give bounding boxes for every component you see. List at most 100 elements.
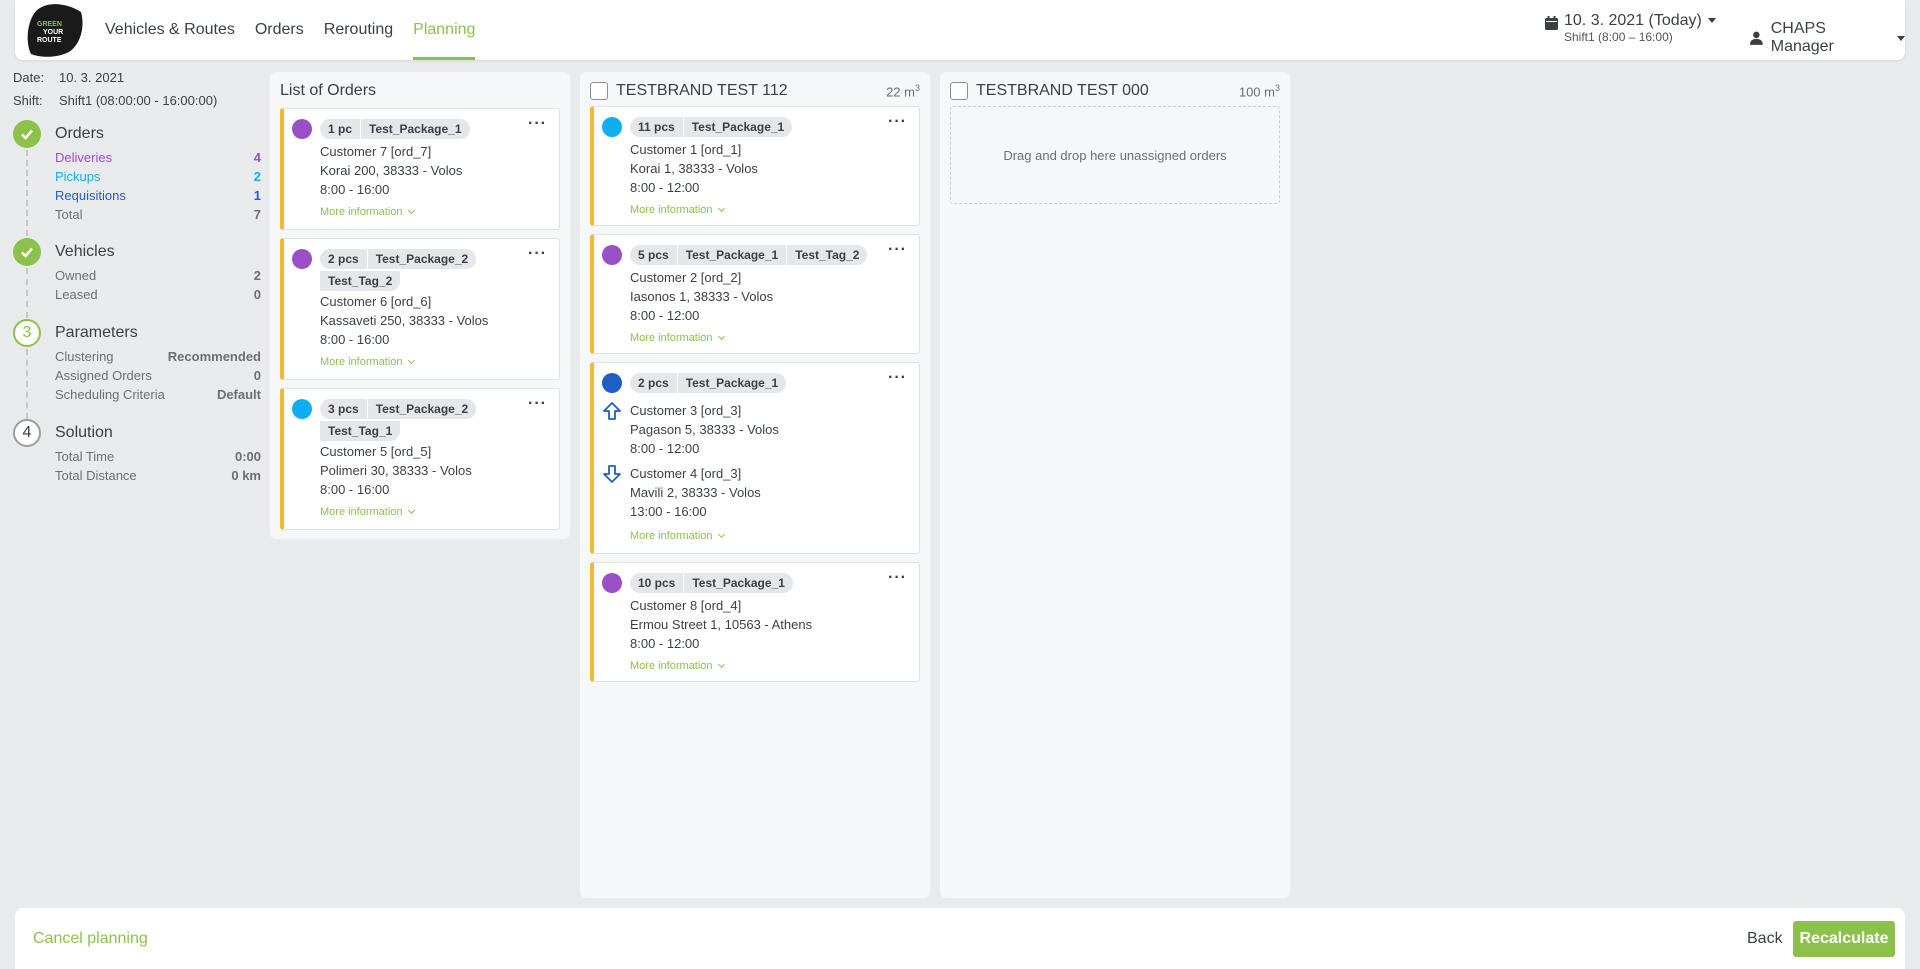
order-tags: 5 pcs Test_Package_1 Test_Tag_2 <box>630 245 930 265</box>
cancel-planning-button[interactable]: Cancel planning <box>33 930 148 948</box>
order-dropzone[interactable]: Drag and drop here unassigned orders <box>950 106 1280 204</box>
clustering-label: Clustering <box>55 349 114 364</box>
requisition-card[interactable]: 2 pcs Test_Package_1 ··· Customer 3 [ord_… <box>590 362 920 554</box>
clustering-value: Recommended <box>167 349 261 364</box>
selected-date: 10. 3. 2021 (Today) <box>1564 12 1702 29</box>
order-time: 8:00 - 16:00 <box>320 332 390 347</box>
order-customer: Customer 5 [ord_5] <box>320 444 432 459</box>
main-nav: Vehicles & Routes Orders Rerouting Plann… <box>95 0 485 60</box>
order-card[interactable]: 11 pcs Test_Package_1 ··· Customer 1 [ord… <box>590 106 920 226</box>
vehicle-column-test-000: TESTBRAND TEST 000 100 m3 Drag and drop … <box>940 72 1290 898</box>
more-options-icon[interactable]: ··· <box>528 115 547 133</box>
shift-label: Shift: <box>13 93 43 108</box>
order-tags: 10 pcs Test_Package_1 <box>630 573 930 593</box>
owned-label: Owned <box>55 268 97 283</box>
more-information-toggle[interactable]: More information <box>630 332 725 344</box>
step-connector <box>26 150 28 236</box>
date-shift-selector[interactable]: 10. 3. 2021 (Today) Shift1 (8:00 – 16:00… <box>1545 12 1716 44</box>
more-information-label: More information <box>320 356 403 368</box>
user-menu[interactable]: CHAPS Manager <box>1750 20 1905 56</box>
assigned-orders-value: 0 <box>253 368 261 383</box>
more-options-icon[interactable]: ··· <box>528 245 547 263</box>
more-information-label: More information <box>630 530 713 542</box>
logo-line-2: YOUR <box>43 29 63 36</box>
vehicle-select-checkbox[interactable] <box>950 82 968 100</box>
order-time: 8:00 - 16:00 <box>320 482 390 497</box>
order-address: Polimeri 30, 38333 - Volos <box>320 463 472 478</box>
order-card[interactable]: 5 pcs Test_Package_1 Test_Tag_2 ··· Custom… <box>590 234 920 354</box>
calendar-icon <box>1545 16 1558 30</box>
chevron-down-icon <box>717 660 725 669</box>
more-information-label: More information <box>630 332 713 344</box>
total-time-label: Total Time <box>55 449 115 464</box>
check-icon <box>13 120 41 148</box>
back-button[interactable]: Back <box>1747 930 1783 948</box>
more-options-icon[interactable]: ··· <box>888 369 907 387</box>
order-tags: 2 pcs Test_Package_1 <box>630 373 930 393</box>
vehicle-select-checkbox[interactable] <box>590 82 608 100</box>
leased-count: 0 <box>253 287 261 302</box>
top-header: GREEN YOUR ROUTE Vehicles & Routes Order… <box>15 0 1905 60</box>
nav-vehicles-routes[interactable]: Vehicles & Routes <box>95 0 245 60</box>
scheduling-criteria-row: Scheduling Criteria Default <box>55 385 261 404</box>
clustering-row: Clustering Recommended <box>55 347 261 366</box>
step-vehicles: Vehicles Owned 2 Leased 0 <box>13 238 261 319</box>
order-tags-second-row: Test_Tag_2 <box>320 271 401 291</box>
nav-orders[interactable]: Orders <box>245 0 314 60</box>
order-customer: Customer 2 [ord_2] <box>630 270 742 285</box>
more-options-icon[interactable]: ··· <box>528 395 547 413</box>
quantity-tag: 10 pcs <box>630 573 684 593</box>
more-options-icon[interactable]: ··· <box>888 569 907 587</box>
scheduling-criteria-label: Scheduling Criteria <box>55 387 165 402</box>
package-tag: Test_Package_2 <box>366 249 477 269</box>
nav-rerouting[interactable]: Rerouting <box>314 0 403 60</box>
pickup-dot-icon <box>602 117 622 137</box>
more-information-toggle[interactable]: More information <box>630 204 725 216</box>
owned-count: 2 <box>253 268 261 283</box>
package-tag: Test_Package_1 <box>676 245 787 265</box>
vehicle-column-test-112: TESTBRAND TEST 112 22 m3 11 pcs Test_Pack… <box>580 72 930 898</box>
nav-planning[interactable]: Planning <box>403 0 485 60</box>
order-card[interactable]: 10 pcs Test_Package_1 ··· Customer 8 [ord… <box>590 562 920 682</box>
delivery-dot-icon <box>602 573 622 593</box>
more-information-toggle[interactable]: More information <box>630 660 725 672</box>
order-card[interactable]: 2 pcs Test_Package_2 Test_Tag_2 ··· Custo… <box>280 238 560 380</box>
leased-row: Leased 0 <box>55 285 261 304</box>
deliveries-label: Deliveries <box>55 150 113 165</box>
quantity-tag: 3 pcs <box>320 399 367 419</box>
shift-value: Shift1 (08:00:00 - 16:00:00) <box>59 93 218 108</box>
step-parameters-title: Parameters <box>55 324 138 341</box>
order-time: 8:00 - 12:00 <box>630 636 700 651</box>
order-customer: Customer 8 [ord_4] <box>630 598 742 613</box>
more-options-icon[interactable]: ··· <box>888 113 907 131</box>
pickups-label: Pickups <box>55 169 101 184</box>
user-name: CHAPS Manager <box>1770 20 1834 55</box>
total-count: 7 <box>253 207 261 222</box>
deliveries-row: Deliveries 4 <box>55 148 261 167</box>
pickup-dot-icon <box>292 399 312 419</box>
list-of-orders-title: List of Orders <box>280 82 377 99</box>
quantity-tag: 2 pcs <box>630 373 677 393</box>
total-distance-value: 0 km <box>231 468 261 483</box>
step-parameters: 3 Parameters Clustering Recommended Assig… <box>13 319 261 419</box>
more-information-toggle[interactable]: More information <box>320 206 415 218</box>
order-card[interactable]: 3 pcs Test_Package_2 Test_Tag_1 ··· Custo… <box>280 388 560 530</box>
more-information-toggle[interactable]: More information <box>320 356 415 368</box>
chevron-down-icon <box>717 204 725 213</box>
more-information-toggle[interactable]: More information <box>630 530 725 542</box>
more-options-icon[interactable]: ··· <box>888 241 907 259</box>
green-your-route-logo[interactable]: GREEN YOUR ROUTE <box>23 2 87 58</box>
step-orders: Orders Deliveries 4 Pickups 2 Requisitions… <box>13 120 261 238</box>
order-address: Kassaveti 250, 38333 - Volos <box>320 313 489 328</box>
more-information-toggle[interactable]: More information <box>320 506 415 518</box>
tag-tag: Test_Tag_2 <box>320 271 401 291</box>
order-time: 8:00 - 16:00 <box>320 182 390 197</box>
order-card[interactable]: 1 pc Test_Package_1 ··· Customer 7 [ord_7… <box>280 108 560 230</box>
chevron-down-icon <box>1897 35 1905 41</box>
scheduling-criteria-value: Default <box>216 387 261 402</box>
user-icon <box>1750 31 1763 45</box>
more-information-label: More information <box>320 506 403 518</box>
order-address: Korai 200, 38333 - Volos <box>320 163 463 178</box>
order-address: Ermou Street 1, 10563 - Athens <box>630 617 813 632</box>
recalculate-button[interactable]: Recalculate <box>1793 921 1895 957</box>
